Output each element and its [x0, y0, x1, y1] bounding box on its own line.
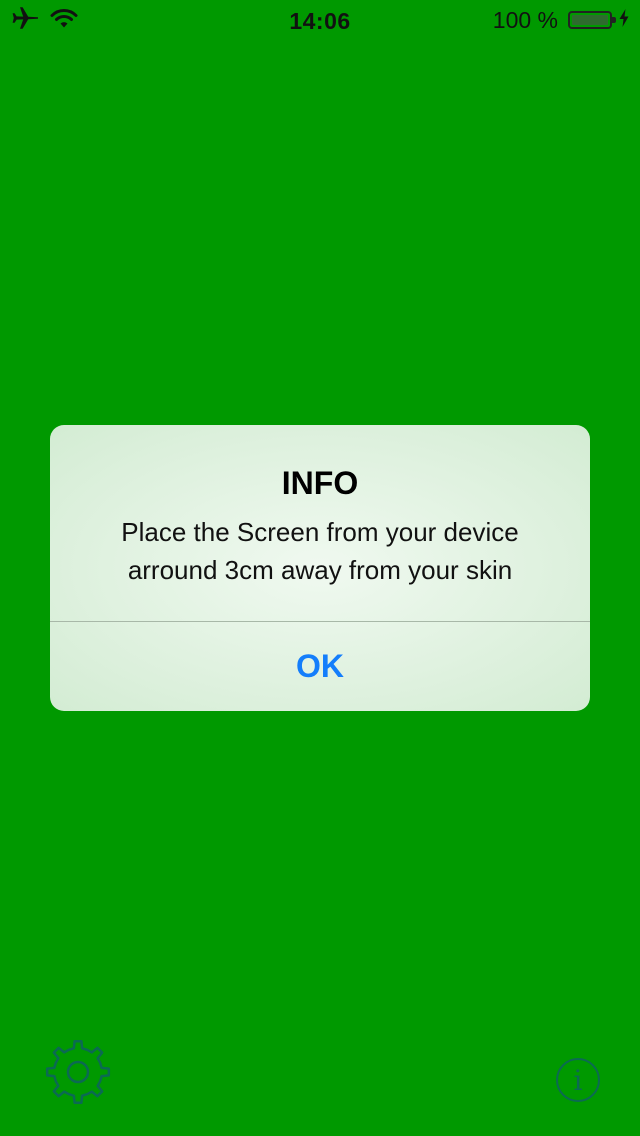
- info-alert-dialog: INFO Place the Screen from your device a…: [50, 425, 590, 711]
- status-right: 100 %: [493, 6, 630, 34]
- charging-bolt-icon: [618, 8, 630, 33]
- svg-text:i: i: [574, 1064, 583, 1097]
- alert-message-line-2: arround 3cm away from your skin: [127, 555, 513, 585]
- battery-tip: [612, 17, 616, 23]
- alert-message: Place the Screen from your device arroun…: [70, 513, 570, 589]
- battery-fill: [572, 15, 608, 25]
- gear-hole: [66, 1060, 90, 1084]
- settings-button[interactable]: [44, 1038, 112, 1106]
- alert-message-line-1: Place the Screen from your device: [121, 517, 519, 547]
- info-button[interactable]: i: [554, 1056, 602, 1104]
- gear-outline: [45, 1039, 111, 1105]
- gear-icon: [44, 1039, 112, 1110]
- status-bar: 14:06 100 %: [0, 0, 640, 40]
- ok-button[interactable]: OK: [50, 622, 590, 711]
- battery-icon: [568, 11, 616, 29]
- battery-percent: 100 %: [492, 6, 558, 33]
- info-icon: i: [554, 1058, 602, 1108]
- alert-title: INFO: [281, 465, 359, 501]
